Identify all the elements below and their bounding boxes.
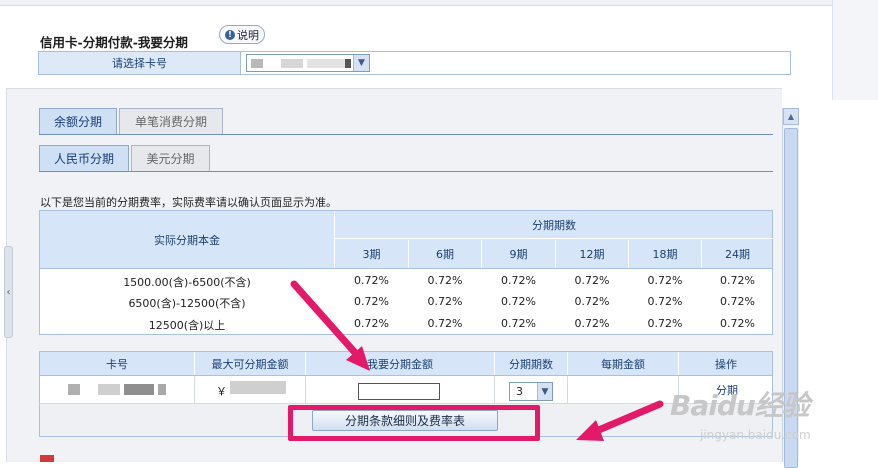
masked-max-amount — [230, 381, 286, 394]
period-9: 9期 — [509, 248, 528, 261]
rate-table-body: 1500.00(含)-6500(不含) 0.72% 0.72% 0.72% 0.… — [39, 269, 773, 335]
period-6: 6期 — [436, 248, 454, 261]
max-amount-currency: ￥ — [216, 385, 227, 398]
page-title: 信用卡-分期付款-我要分期 — [40, 35, 188, 50]
tab-balance-installment[interactable]: 余额分期 — [39, 108, 117, 134]
period-select-value: 3 — [516, 385, 523, 398]
col-per-period-amount: 每期金额 — [601, 357, 645, 371]
tab-divider — [39, 134, 773, 135]
card-select-field: ▼ — [241, 52, 790, 74]
masked-card-digits — [345, 59, 351, 68]
rate-table-header: 实际分期本金 分期期数 3期 6期 9期 12期 18期 24期 — [39, 210, 773, 269]
period-3: 3期 — [362, 248, 381, 261]
card-number-select[interactable]: ▼ — [246, 54, 370, 72]
chevron-down-icon[interactable]: ▼ — [537, 383, 552, 400]
rate-cell: 0.72% — [427, 274, 463, 287]
rate-cell: 0.72% — [354, 317, 389, 330]
principal-header: 实际分期本金 — [154, 233, 220, 247]
rate-cell: 0.72% — [720, 317, 755, 330]
masked-card-digits — [281, 59, 303, 68]
period-18: 18期 — [652, 248, 678, 261]
masked-card-digits — [68, 384, 80, 395]
rate-cell: 0.72% — [574, 295, 610, 308]
period-24: 24期 — [725, 248, 750, 261]
help-button-label: 说明 — [237, 28, 259, 42]
help-button[interactable]: ! 说明 — [219, 25, 265, 44]
card-select-row: 请选择卡号 ▼ — [38, 51, 791, 75]
right-frame-edge — [832, 0, 878, 100]
masked-card-digits — [158, 384, 166, 395]
scroll-up-icon[interactable]: ▲ — [783, 108, 799, 125]
rate-cell: 0.72% — [354, 274, 389, 287]
masked-card-digits — [124, 384, 154, 395]
period-select[interactable]: 3 ▼ — [509, 382, 553, 401]
period-header: 分期期数 — [335, 211, 773, 239]
top-frame-edge — [0, 0, 878, 6]
rate-note: 以下是您当前的分期费率，实际费率请以确认页面显示为准。 — [40, 196, 337, 209]
rate-cell: 0.72% — [574, 274, 610, 287]
rate-cell: 0.72% — [501, 317, 536, 330]
tab-usd-installment[interactable]: 美元分期 — [131, 145, 210, 171]
rate-cell: 0.72% — [720, 295, 755, 308]
rate-row-range: 12500(含)以上 — [148, 319, 226, 332]
info-icon: ! — [225, 29, 235, 40]
annotation-highlight-box — [288, 405, 540, 441]
masked-card-digits — [251, 59, 263, 68]
rate-row-range: 1500.00(含)-6500(不含) — [123, 276, 251, 289]
installment-amount-input[interactable] — [358, 383, 440, 400]
rate-cell: 0.72% — [427, 295, 463, 308]
rate-cell: 0.72% — [427, 317, 463, 330]
col-action: 操作 — [715, 357, 737, 371]
installment-table-header: 卡号 最大可分期金额 我要分期金额 分期期数 每期金额 操作 — [39, 351, 773, 376]
rate-cell: 0.72% — [501, 274, 536, 287]
masked-card-digits — [98, 384, 120, 395]
tab-single-purchase-installment[interactable]: 单笔消费分期 — [119, 108, 223, 134]
rate-cell: 0.72% — [647, 317, 683, 330]
baidu-jingyan-watermark: Baidu经验 — [670, 384, 810, 424]
collapse-handle[interactable]: ‹ — [4, 246, 13, 338]
col-max-amount: 最大可分期金额 — [211, 357, 289, 371]
rate-cell: 0.72% — [720, 274, 755, 287]
tab-rmb-installment[interactable]: 人民币分期 — [39, 145, 129, 171]
rate-cell: 0.72% — [501, 295, 536, 308]
col-card-number: 卡号 — [106, 357, 128, 371]
rate-row-range: 6500(含)-12500(不含) — [128, 297, 246, 310]
col-installment-amount: 我要分期金额 — [367, 357, 433, 371]
rate-cell: 0.72% — [647, 274, 683, 287]
rate-cell: 0.72% — [354, 295, 389, 308]
masked-card-digits — [307, 59, 345, 68]
period-12: 12期 — [579, 248, 605, 261]
card-select-label: 请选择卡号 — [39, 52, 241, 74]
watermark-url: jingyan.baidu.com — [700, 428, 811, 442]
rate-cell: 0.72% — [574, 317, 610, 330]
col-periods: 分期期数 — [509, 357, 553, 371]
tab-divider — [39, 171, 773, 172]
rate-cell: 0.72% — [647, 295, 683, 308]
warning-marker — [40, 455, 54, 462]
chevron-down-icon[interactable]: ▼ — [353, 55, 369, 71]
watermark-logo: Baidu经验 — [670, 389, 810, 422]
